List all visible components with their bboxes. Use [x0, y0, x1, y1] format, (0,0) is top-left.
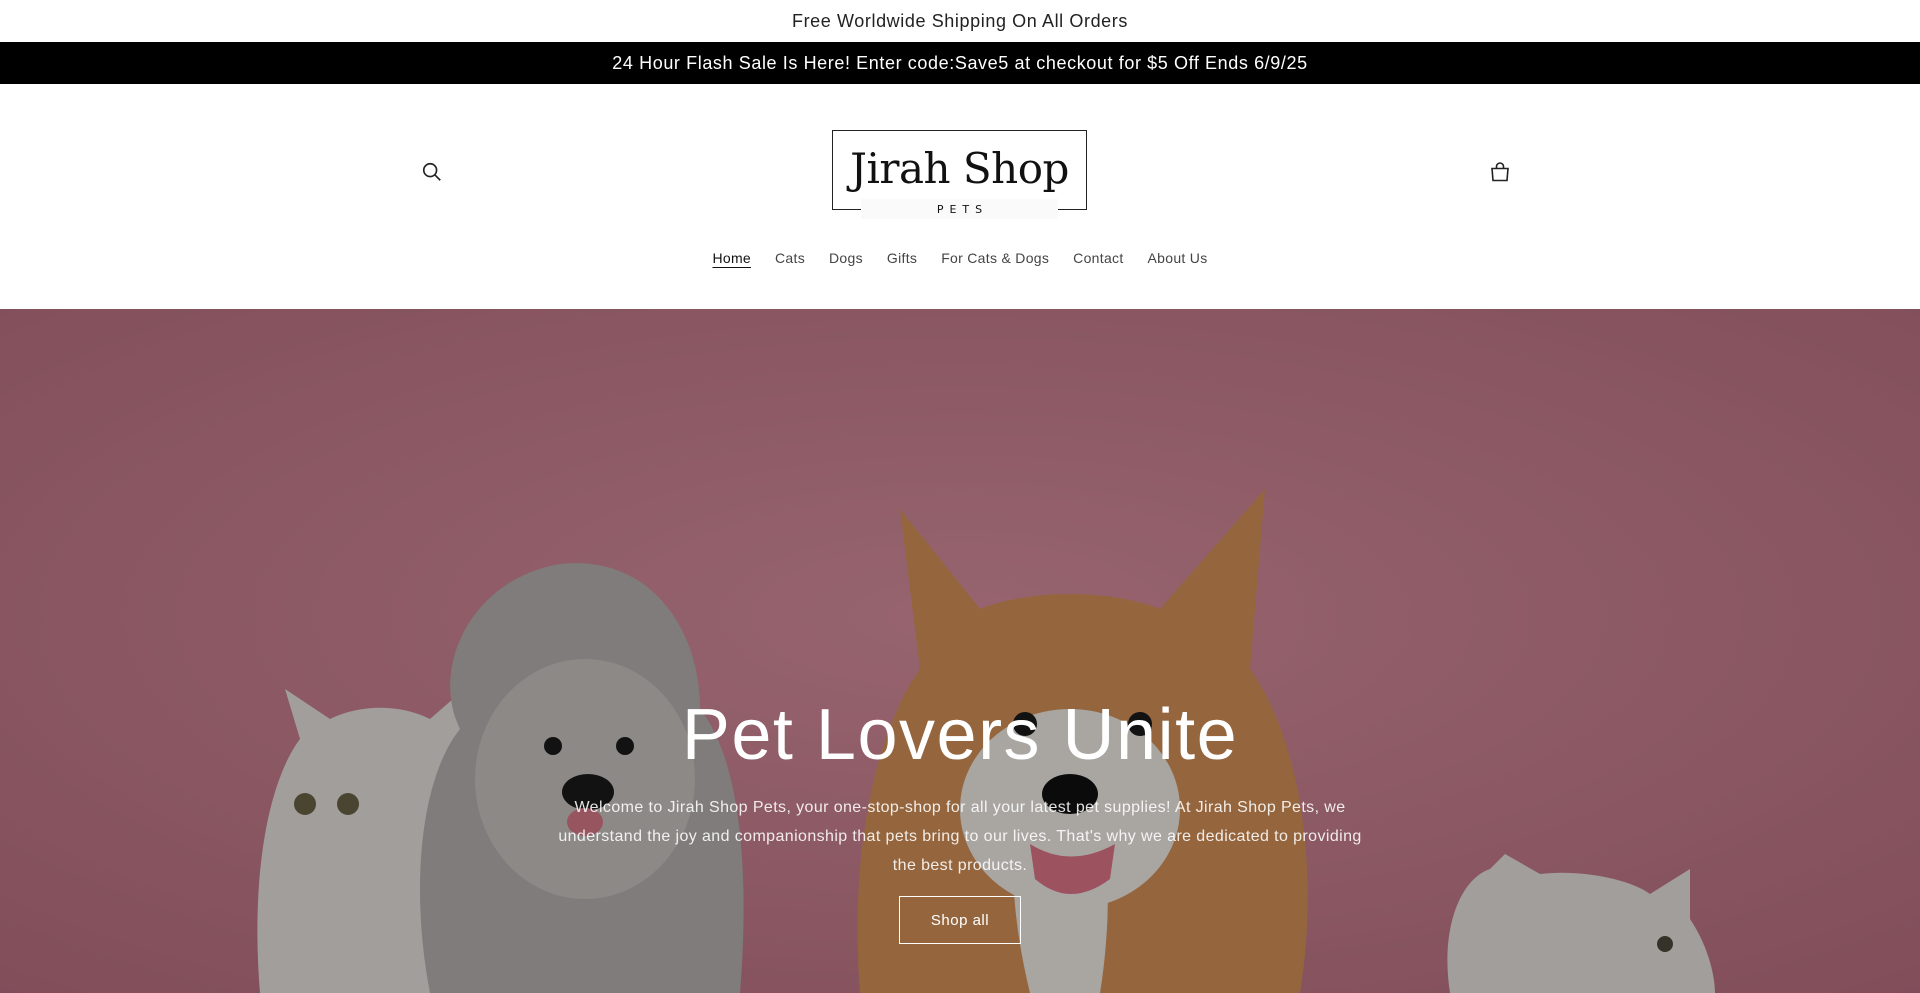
nav-item-gifts[interactable]: Gifts	[887, 250, 917, 266]
main-nav: Home Cats Dogs Gifts For Cats & Dogs Con…	[0, 242, 1920, 274]
search-icon	[422, 162, 441, 181]
nav-item-home[interactable]: Home	[712, 250, 751, 266]
announcement-shipping-text: Free Worldwide Shipping On All Orders	[791, 10, 1128, 31]
nav-item-for-cats-dogs[interactable]: For Cats & Dogs	[941, 250, 1049, 266]
announcement-flash-sale-text: 24 Hour Flash Sale Is Here! Enter code:S…	[612, 52, 1308, 73]
nav-item-dogs[interactable]: Dogs	[829, 250, 863, 266]
shop-all-button[interactable]: Shop all	[899, 896, 1021, 944]
cart-icon	[1491, 162, 1509, 182]
announcement-shipping: Free Worldwide Shipping On All Orders	[0, 0, 1920, 42]
hero-content: Pet Lovers Unite Welcome to Jirah Shop P…	[0, 699, 1920, 944]
search-button[interactable]	[416, 156, 448, 188]
hero-title: Pet Lovers Unite	[681, 695, 1239, 775]
logo-subtitle: PETS	[861, 199, 1058, 219]
nav-item-about-us[interactable]: About Us	[1148, 250, 1208, 266]
cart-button[interactable]	[1484, 156, 1516, 188]
hero-description: Welcome to Jirah Shop Pets, your one-sto…	[558, 799, 1362, 874]
nav-item-contact[interactable]: Contact	[1073, 250, 1123, 266]
nav-item-cats[interactable]: Cats	[775, 250, 805, 266]
logo-link[interactable]: Jirah Shop PETS	[832, 130, 1087, 219]
logo-title: Jirah Shop	[850, 143, 1069, 193]
announcement-flash-sale: 24 Hour Flash Sale Is Here! Enter code:S…	[0, 42, 1920, 84]
site-header: Jirah Shop PETS Home Cats Dogs Gifts For…	[0, 84, 1920, 309]
hero-banner: Pet Lovers Unite Welcome to Jirah Shop P…	[0, 309, 1920, 993]
